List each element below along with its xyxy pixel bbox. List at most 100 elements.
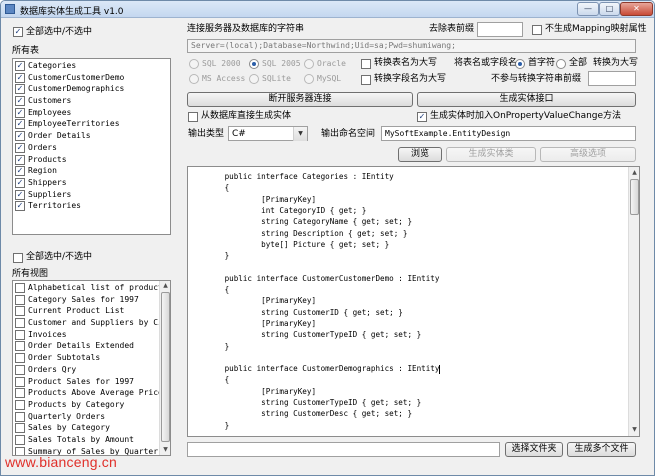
- chevron-down-icon[interactable]: ▼: [293, 127, 307, 141]
- list-item-checkbox[interactable]: ✓: [15, 61, 25, 71]
- convert-radio-first[interactable]: [515, 59, 525, 69]
- db-type-radio-msaccess[interactable]: [189, 74, 199, 84]
- list-item-checkbox[interactable]: [15, 353, 25, 364]
- select-all-tables-checkbox[interactable]: ✓: [13, 27, 23, 37]
- list-item-checkbox[interactable]: ✓: [15, 107, 25, 118]
- list-item-checkbox[interactable]: [15, 434, 25, 445]
- list-item[interactable]: Current Product List: [13, 305, 170, 317]
- list-item-checkbox[interactable]: [15, 294, 25, 305]
- list-item-checkbox[interactable]: [15, 341, 25, 352]
- list-item-checkbox[interactable]: [15, 283, 25, 293]
- maximize-button[interactable]: □: [599, 2, 620, 16]
- generate-class-button[interactable]: 生成实体类: [446, 147, 536, 162]
- code-scroll-thumb[interactable]: [630, 179, 639, 215]
- property-changed-checkbox[interactable]: ✓: [417, 112, 427, 122]
- upper-field-checkbox[interactable]: [361, 75, 371, 85]
- convert-radio-all[interactable]: [556, 59, 566, 69]
- list-item[interactable]: ✓ CustomerCustomerDemo: [13, 72, 170, 84]
- advanced-options-button[interactable]: 高级选项: [540, 147, 636, 162]
- scroll-up-arrow-icon[interactable]: ▲: [161, 281, 170, 290]
- list-item[interactable]: ✓ Orders: [13, 142, 170, 154]
- upper-table-checkbox[interactable]: [361, 59, 371, 69]
- list-item-checkbox[interactable]: [15, 306, 25, 317]
- list-item[interactable]: Order Details Extended: [13, 340, 170, 352]
- choose-folder-button[interactable]: 选择文件夹: [505, 442, 563, 457]
- list-item-label: Quarterly Orders: [28, 411, 106, 421]
- list-item[interactable]: Quarterly Orders: [13, 411, 170, 423]
- list-item[interactable]: ✓ Categories: [13, 60, 170, 72]
- views-list[interactable]: Alphabetical list of products Category Sa…: [12, 280, 171, 456]
- tables-list[interactable]: ✓ Categories ✓ CustomerCustomerDemo ✓ Custome…: [12, 58, 171, 235]
- connection-string-input[interactable]: Server=(local);Database=Northwind;Uid=sa…: [187, 39, 636, 53]
- namespace-input[interactable]: MySoftExample.EntityDesign: [381, 126, 636, 141]
- list-item-checkbox[interactable]: ✓: [15, 166, 25, 177]
- generate-interface-button[interactable]: 生成实体接口: [417, 92, 636, 107]
- list-item-checkbox[interactable]: ✓: [15, 154, 25, 165]
- code-scrollbar[interactable]: ▲ ▼: [628, 167, 639, 436]
- list-item-checkbox[interactable]: [15, 329, 25, 340]
- list-item-checkbox[interactable]: ✓: [15, 119, 25, 130]
- list-item-checkbox[interactable]: ✓: [15, 131, 25, 142]
- list-item-checkbox[interactable]: [15, 318, 25, 329]
- skip-prefix-input[interactable]: [588, 71, 636, 86]
- list-item[interactable]: Orders Qry: [13, 364, 170, 376]
- list-item-checkbox[interactable]: [15, 388, 25, 399]
- list-item[interactable]: ✓ Products: [13, 154, 170, 166]
- list-item[interactable]: Category Sales for 1997: [13, 294, 170, 306]
- list-item[interactable]: Alphabetical list of products: [13, 282, 170, 294]
- list-item[interactable]: Order Subtotals: [13, 352, 170, 364]
- list-item[interactable]: Products by Category: [13, 399, 170, 411]
- list-item-checkbox[interactable]: ✓: [15, 96, 25, 107]
- browse-button[interactable]: 浏览: [398, 147, 442, 162]
- list-item-checkbox[interactable]: [15, 376, 25, 387]
- minimize-button[interactable]: —: [577, 2, 599, 16]
- list-item-checkbox[interactable]: ✓: [15, 72, 25, 83]
- list-item[interactable]: Sales Totals by Amount: [13, 434, 170, 446]
- list-item[interactable]: ✓ CustomerDemographics: [13, 83, 170, 95]
- disconnect-button[interactable]: 断开服务器连接: [187, 92, 413, 107]
- list-item-checkbox[interactable]: [15, 399, 25, 410]
- list-item[interactable]: Customer and Suppliers by City: [13, 317, 170, 329]
- views-scroll-thumb[interactable]: [161, 292, 170, 442]
- code-preview[interactable]: ▲ ▼ public interface Categories : IEntit…: [187, 166, 640, 437]
- list-item[interactable]: ✓ Order Details: [13, 130, 170, 142]
- list-item[interactable]: Products Above Average Price: [13, 387, 170, 399]
- output-path-input[interactable]: [187, 442, 500, 457]
- list-item[interactable]: ✓ EmployeeTerritories: [13, 118, 170, 130]
- list-item[interactable]: ✓ Employees: [13, 107, 170, 119]
- list-item-checkbox[interactable]: ✓: [15, 189, 25, 200]
- list-item-checkbox[interactable]: ✓: [15, 142, 25, 153]
- list-item[interactable]: Sales by Category: [13, 422, 170, 434]
- list-item-checkbox[interactable]: [15, 423, 25, 434]
- list-item[interactable]: ✓ Region: [13, 165, 170, 177]
- scroll-down-arrow-icon[interactable]: ▼: [161, 445, 170, 454]
- scroll-up-arrow-icon[interactable]: ▲: [630, 168, 639, 177]
- list-item-checkbox[interactable]: [15, 364, 25, 375]
- list-item[interactable]: ✓ Customers: [13, 95, 170, 107]
- no-mapping-checkbox[interactable]: [532, 25, 542, 35]
- list-item[interactable]: Product Sales for 1997: [13, 376, 170, 388]
- list-item[interactable]: ✓ Territories: [13, 200, 170, 212]
- close-button[interactable]: ✕: [620, 2, 653, 16]
- list-item-checkbox[interactable]: ✓: [15, 201, 25, 212]
- list-item-checkbox[interactable]: [15, 411, 25, 422]
- select-all-views-checkbox[interactable]: [13, 253, 23, 263]
- remove-prefix-input[interactable]: [477, 22, 523, 37]
- list-item[interactable]: Invoices: [13, 329, 170, 341]
- generate-files-button[interactable]: 生成多个文件: [567, 442, 636, 457]
- output-type-select[interactable]: C# ▼: [228, 126, 308, 141]
- views-scrollbar[interactable]: ▲ ▼: [159, 281, 170, 455]
- scroll-down-arrow-icon[interactable]: ▼: [630, 425, 639, 434]
- db-type-radio-oracle[interactable]: [304, 59, 314, 69]
- list-item-checkbox[interactable]: ✓: [15, 84, 25, 95]
- list-item[interactable]: ✓ Shippers: [13, 177, 170, 189]
- db-type-radio-mysql[interactable]: [304, 74, 314, 84]
- from-db-checkbox[interactable]: [188, 112, 198, 122]
- db-type-radio-sqlite[interactable]: [249, 74, 259, 84]
- db-type-radio-sql2000[interactable]: [189, 59, 199, 69]
- list-item-checkbox[interactable]: ✓: [15, 177, 25, 188]
- list-item[interactable]: ✓ Suppliers: [13, 189, 170, 201]
- list-item-label: Alphabetical list of products: [28, 283, 168, 292]
- list-item-label: Suppliers: [28, 189, 72, 199]
- db-type-radio-sql2005[interactable]: [249, 59, 259, 69]
